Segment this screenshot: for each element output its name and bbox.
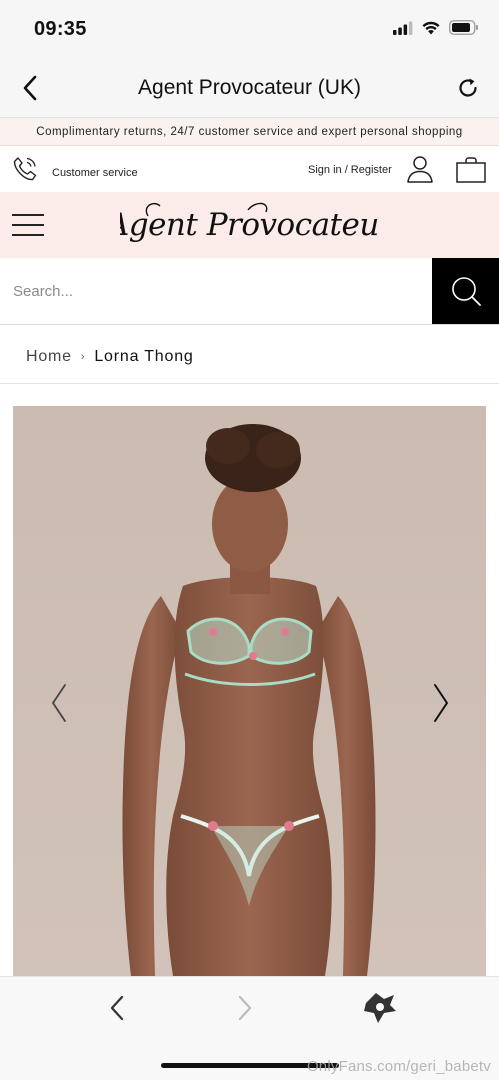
- search-bar: [0, 258, 499, 325]
- open-in-app-icon[interactable]: [360, 987, 400, 1027]
- breadcrumb-separator: ›: [80, 351, 86, 363]
- watermark: OnlyFans.com/geri_babetv: [306, 1058, 491, 1075]
- promo-banner[interactable]: Complimentary returns, 24/7 customer ser…: [0, 118, 499, 146]
- status-icons: [393, 20, 479, 35]
- brand-logo[interactable]: Agent Provocateur: [120, 192, 380, 258]
- divider: [0, 383, 499, 384]
- product-image-carousel[interactable]: [13, 406, 486, 976]
- browser-nav-bar: Agent Provocateur (UK): [0, 60, 499, 118]
- search-input[interactable]: [0, 258, 432, 324]
- browser-forward-icon[interactable]: [228, 991, 262, 1025]
- breadcrumb-home[interactable]: Home: [26, 348, 72, 366]
- status-time: 09:35: [34, 18, 87, 40]
- phone-icon[interactable]: [10, 154, 40, 184]
- breadcrumb: Home › Lorna Thong: [26, 348, 194, 366]
- breadcrumb-current: Lorna Thong: [94, 348, 194, 365]
- user-icon[interactable]: [405, 154, 435, 184]
- menu-icon[interactable]: [12, 213, 44, 237]
- brand-header: Agent Provocateur: [0, 192, 499, 258]
- battery-icon: [449, 20, 478, 35]
- product-photo: [13, 406, 486, 976]
- carousel-next-icon[interactable]: [423, 676, 459, 730]
- carousel-prev-icon[interactable]: [41, 676, 77, 730]
- signal-icon: [393, 21, 413, 35]
- status-bar: 09:35: [0, 0, 499, 60]
- sign-in-register-link[interactable]: Sign in / Register: [308, 164, 392, 176]
- browser-back-icon[interactable]: [100, 991, 134, 1025]
- customer-service-link[interactable]: Customer service: [52, 167, 138, 179]
- page-title: Agent Provocateur (UK): [138, 76, 361, 99]
- utility-row: Customer service Sign in / Register: [0, 146, 499, 192]
- svg-text:Agent Provocateur: Agent Provocateur: [120, 207, 380, 243]
- shopping-bag-icon[interactable]: [455, 156, 487, 184]
- reload-icon[interactable]: [453, 73, 483, 103]
- search-button[interactable]: [432, 258, 499, 324]
- wifi-icon: [422, 21, 440, 35]
- search-icon: [451, 277, 481, 306]
